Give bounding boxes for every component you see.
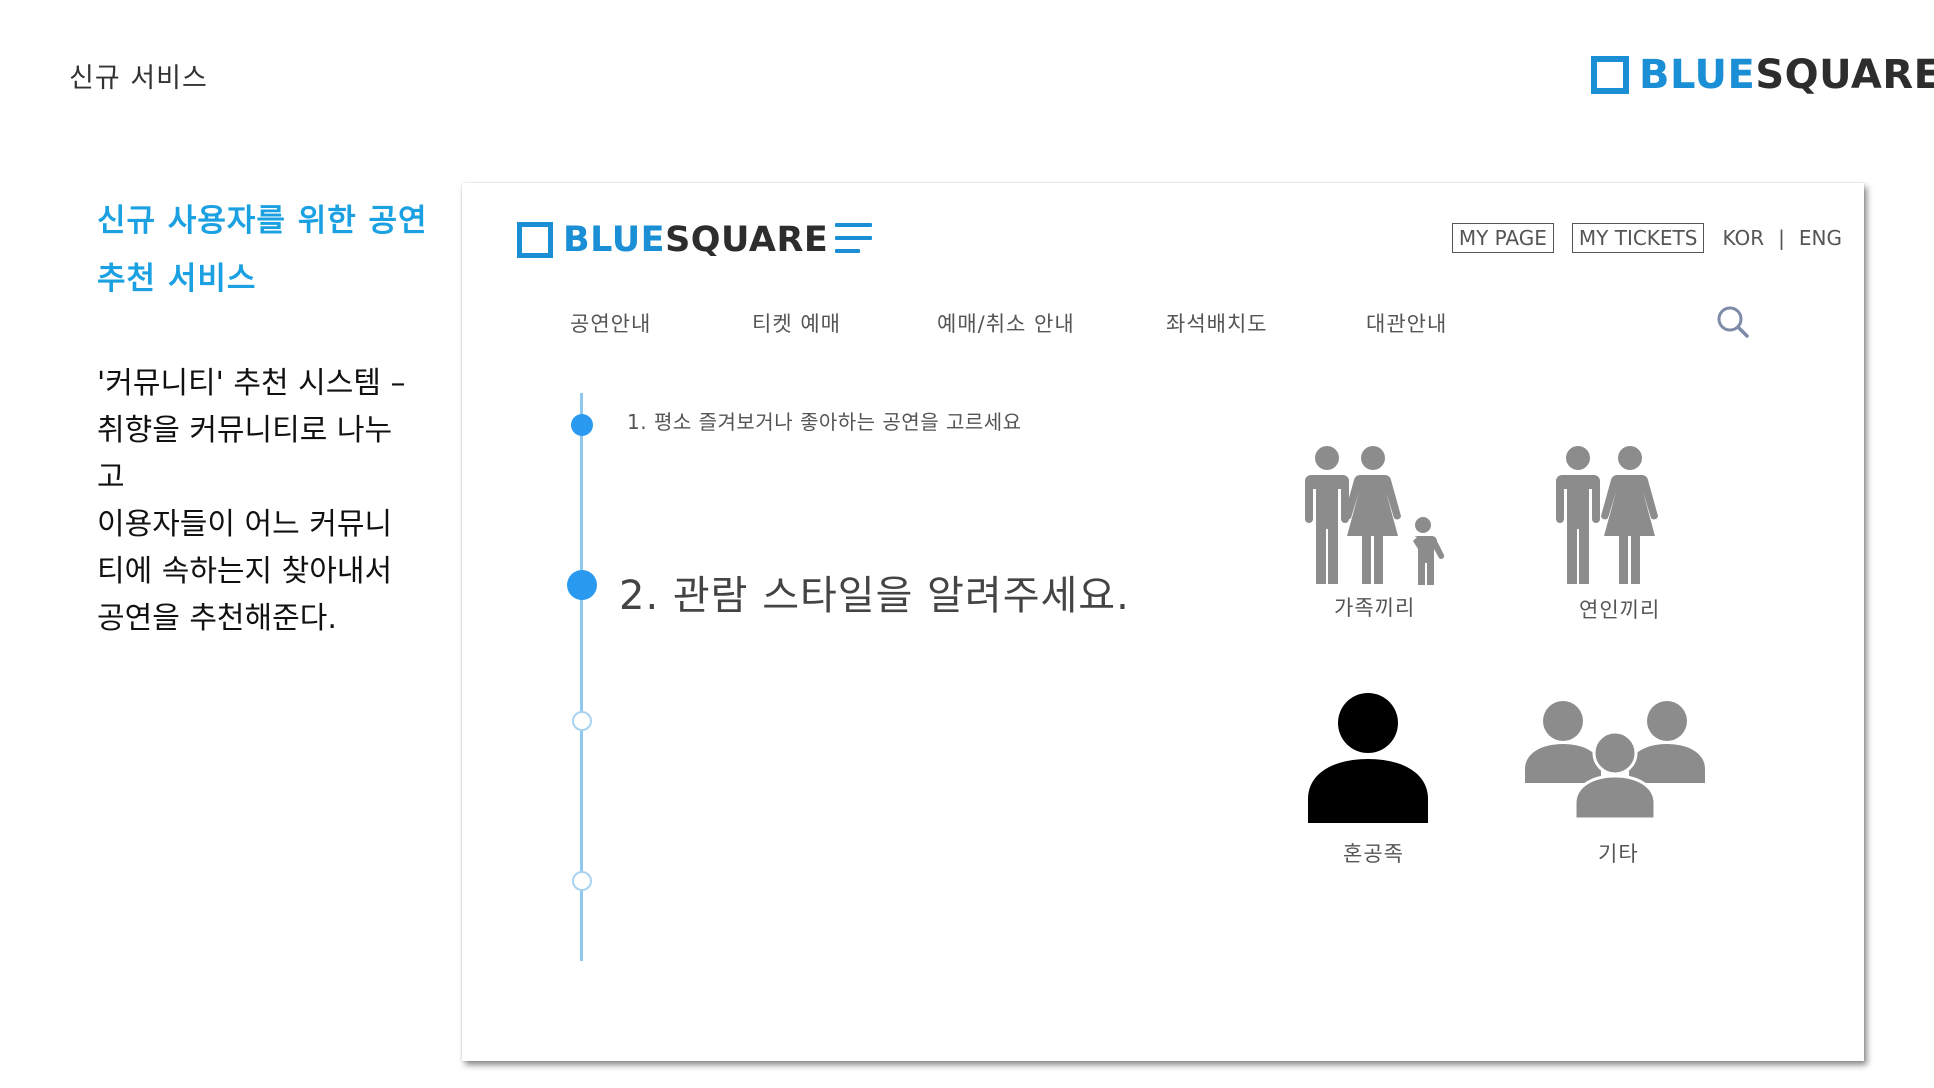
family-icon [1305, 446, 1445, 585]
brand-logo: BLUE SQUARE [1591, 52, 1934, 98]
option-solo[interactable] [1306, 693, 1430, 823]
hamburger-menu-icon[interactable] [835, 223, 872, 253]
step-1-label: 1. 평소 즐겨보거나 좋아하는 공연을 고르세요 [627, 410, 1022, 434]
option-others-label[interactable]: 기타 [1598, 838, 1639, 868]
option-couple-label[interactable]: 연인끼리 [1579, 594, 1660, 624]
step-4-marker[interactable] [572, 871, 592, 891]
lang-kor-link[interactable]: KOR [1722, 226, 1764, 250]
option-solo-label[interactable]: 혼공족 [1343, 838, 1404, 868]
group-icon [1525, 701, 1705, 819]
nav-item-seat-map[interactable]: 좌석배치도 [1166, 308, 1268, 338]
nav-item-performance-info[interactable]: 공연안내 [570, 308, 651, 338]
person-icon [1308, 693, 1428, 823]
my-page-button[interactable]: MY PAGE [1451, 223, 1554, 253]
logo-text-blue: BLUE [563, 220, 666, 260]
step-2-title: 2. 관람 스타일을 알려주세요. [619, 573, 1130, 619]
lang-separator: | [1778, 226, 1785, 250]
logo-text-blue: BLUE [1639, 52, 1756, 98]
slide-title: 신규 서비스 [69, 63, 208, 94]
logo-square-icon [517, 222, 553, 258]
nav-item-booking-cancel-info[interactable]: 예매/취소 안내 [937, 308, 1075, 338]
app-logo[interactable]: BLUE SQUARE [517, 220, 828, 260]
logo-text-dark: SQUARE [665, 220, 829, 260]
option-family-label[interactable]: 가족끼리 [1334, 592, 1415, 622]
section-heading-line-2: 추천 서비스 [97, 261, 257, 297]
language-switcher: KOR | ENG [1722, 226, 1842, 250]
option-others[interactable] [1525, 699, 1705, 819]
step-1-marker[interactable] [571, 414, 593, 436]
option-couple[interactable] [1544, 445, 1674, 585]
section-heading-line-1: 신규 사용자를 위한 공연 [97, 203, 428, 239]
step-3-marker[interactable] [572, 711, 592, 731]
header-links: MY PAGE MY TICKETS KOR | ENG [1451, 223, 1842, 253]
lang-eng-link[interactable]: ENG [1799, 226, 1842, 250]
nav-item-rental-info[interactable]: 대관안내 [1366, 308, 1447, 338]
my-tickets-button[interactable]: MY TICKETS [1571, 223, 1705, 253]
section-description: '커뮤니티' 추천 시스템 – 취향을 커뮤니티로 나누 고 이용자들이 어느 … [97, 366, 406, 636]
option-family[interactable] [1297, 445, 1447, 585]
app-screenshot-frame: BLUE SQUARE MY PAGE MY TICKETS KOR | ENG… [462, 183, 1864, 1061]
logo-square-icon [1591, 56, 1629, 94]
nav-item-ticket-booking[interactable]: 티켓 예매 [752, 308, 841, 338]
step-2-marker[interactable] [567, 570, 597, 600]
search-icon[interactable] [1716, 305, 1750, 339]
logo-text-dark: SQUARE [1755, 52, 1934, 98]
section-heading: 신규 사용자를 위한 공연 추천 서비스 [97, 192, 477, 308]
couple-icon [1556, 446, 1658, 584]
